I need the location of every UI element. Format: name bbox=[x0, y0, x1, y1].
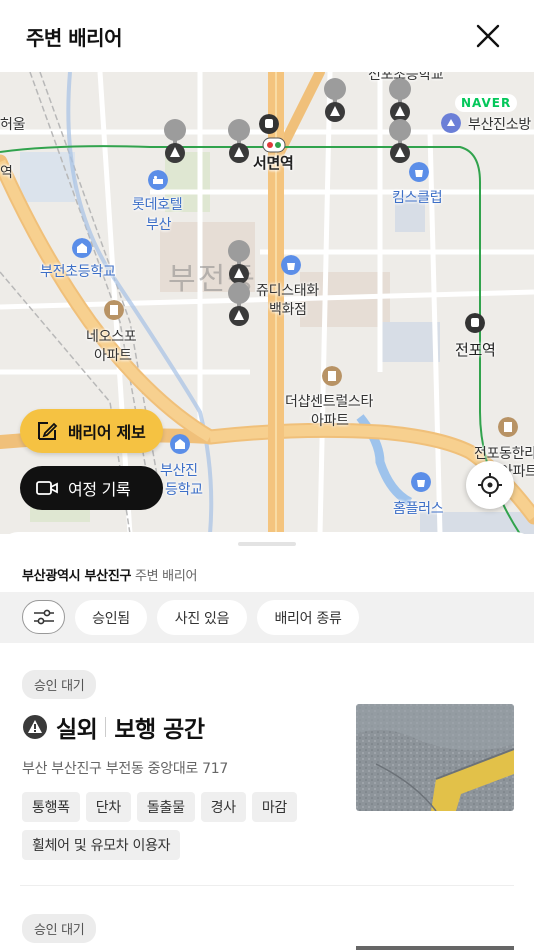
shopping-poi-icon[interactable] bbox=[411, 472, 431, 492]
map-label-hanra-1: 전포동한라 bbox=[474, 446, 534, 462]
barrier-pin-icon[interactable] bbox=[226, 240, 252, 284]
sheet-drag-handle[interactable] bbox=[238, 542, 296, 546]
map-label-lotte-hotel-1: 롯데호텔 bbox=[132, 197, 183, 213]
map-label-neosfo-1: 네오스포 bbox=[86, 329, 137, 345]
journey-record-button[interactable]: 여정 기록 bbox=[20, 466, 163, 510]
barrier-type: 보행 공간 bbox=[114, 717, 205, 743]
tag: 통행폭 bbox=[22, 792, 80, 822]
map-label-busanjin-school-2: 등학교 bbox=[165, 482, 203, 498]
card-divider bbox=[20, 885, 514, 886]
location-suffix: 주변 배리어 bbox=[135, 569, 198, 584]
title-divider bbox=[105, 717, 107, 737]
filter-chip-barrier-type[interactable]: 배리어 종류 bbox=[257, 600, 359, 635]
tag: 돌출물 bbox=[136, 792, 195, 822]
filter-chip-has-photo[interactable]: 사진 있음 bbox=[157, 600, 247, 635]
map-label-judies-1: 쥬디스태화 bbox=[256, 283, 319, 299]
report-barrier-button[interactable]: 배리어 제보 bbox=[20, 409, 163, 453]
location-region: 부산광역시 부산진구 bbox=[22, 569, 132, 584]
map-base bbox=[0, 72, 534, 534]
shopping-poi-icon[interactable] bbox=[409, 162, 429, 182]
header: 주변 배리어 bbox=[0, 0, 534, 72]
apartment-poi-icon[interactable] bbox=[104, 300, 124, 320]
naver-logo: NAVER bbox=[455, 94, 518, 112]
tag: 휠체어 및 유모차 이용자 bbox=[22, 830, 181, 860]
apartment-poi-icon[interactable] bbox=[322, 366, 342, 386]
filter-settings-button[interactable] bbox=[22, 600, 65, 634]
warning-icon bbox=[23, 715, 47, 739]
school-poi-icon[interactable] bbox=[170, 434, 190, 454]
filter-chip-approved[interactable]: 승인됨 bbox=[75, 600, 147, 635]
apartment-poi-icon[interactable] bbox=[498, 417, 518, 437]
barrier-tags: 통행폭 단차 돌출물 경사 마감휠체어 및 유모차 이용자 bbox=[22, 792, 342, 868]
journey-record-label: 여정 기록 bbox=[68, 480, 131, 499]
map-label-busanjin-school-1: 부산진 bbox=[160, 463, 198, 479]
map-label-seomyeon-station: 서면역 bbox=[253, 154, 294, 172]
tag: 단차 bbox=[85, 792, 131, 822]
tag: 경사 bbox=[200, 792, 246, 822]
sliders-icon bbox=[33, 609, 54, 625]
map-label-fire-station: 부산진소방 bbox=[468, 117, 531, 133]
map[interactable]: 전포초등학교 허울 역 부산진소방 서면역 킴스클럽 롯데호텔 부산 부전초등학… bbox=[0, 72, 534, 534]
map-label-left-station: 역 bbox=[0, 165, 13, 181]
barrier-pin-icon[interactable] bbox=[162, 119, 188, 163]
hotel-poi-icon[interactable] bbox=[148, 170, 168, 190]
shopping-poi-icon[interactable] bbox=[281, 255, 301, 275]
subway-station-icon[interactable] bbox=[259, 114, 279, 134]
fire-station-poi-icon[interactable] bbox=[441, 113, 461, 133]
map-label-homeplus: 홈플러스 bbox=[393, 501, 444, 517]
barrier-category: 실외 bbox=[56, 717, 98, 743]
filter-bar: 승인됨 사진 있음 배리어 종류 bbox=[0, 592, 534, 643]
map-label-judies-2: 백화점 bbox=[269, 302, 307, 318]
barrier-pin-icon[interactable] bbox=[387, 78, 413, 122]
barrier-address: 부산 부산진구 부전동 중앙대로 717 bbox=[22, 761, 228, 777]
map-label-jeonpo-station: 전포역 bbox=[455, 341, 496, 359]
barrier-pin-icon[interactable] bbox=[226, 119, 252, 163]
page-title: 주변 배리어 bbox=[26, 26, 122, 50]
report-barrier-label: 배리어 제보 bbox=[68, 423, 146, 442]
close-icon[interactable] bbox=[472, 20, 504, 52]
barrier-photo[interactable] bbox=[356, 704, 514, 811]
tag: 마감 bbox=[251, 792, 298, 822]
map-label-thesharp-2: 아파트 bbox=[311, 413, 349, 429]
location-title: 부산광역시 부산진구 주변 배리어 bbox=[22, 565, 197, 584]
school-poi-icon[interactable] bbox=[72, 238, 92, 258]
map-label-neosfo-2: 아파트 bbox=[94, 348, 132, 364]
map-label-lotte-hotel-2: 부산 bbox=[146, 217, 172, 233]
subway-station-icon[interactable] bbox=[465, 313, 485, 333]
map-label-bujeon-school: 부전초등학교 bbox=[40, 264, 116, 280]
map-label-thesharp-1: 더샵센트럴스타 bbox=[285, 394, 374, 410]
barrier-photo[interactable] bbox=[356, 946, 514, 950]
status-badge: 승인 대기 bbox=[22, 670, 97, 699]
video-camera-icon bbox=[36, 481, 58, 495]
barrier-card[interactable]: 승인 대기 실외 보행 공간 부산 부산진구 부전동 중앙대로 717 통행폭 단… bbox=[22, 670, 514, 860]
map-label-left-top: 허울 bbox=[0, 117, 26, 133]
status-badge: 승인 대기 bbox=[22, 914, 97, 943]
barrier-pin-icon[interactable] bbox=[226, 282, 252, 326]
barrier-card[interactable]: 승인 대기 bbox=[22, 914, 514, 950]
barrier-pin-icon[interactable] bbox=[322, 78, 348, 122]
my-location-button[interactable] bbox=[466, 461, 514, 509]
map-label-kimsclub: 킴스클럽 bbox=[392, 190, 443, 206]
crosshair-icon bbox=[478, 473, 502, 497]
barrier-pin-icon[interactable] bbox=[387, 119, 413, 163]
edit-icon bbox=[38, 422, 58, 440]
barrier-title: 실외 보행 공간 bbox=[22, 710, 205, 744]
